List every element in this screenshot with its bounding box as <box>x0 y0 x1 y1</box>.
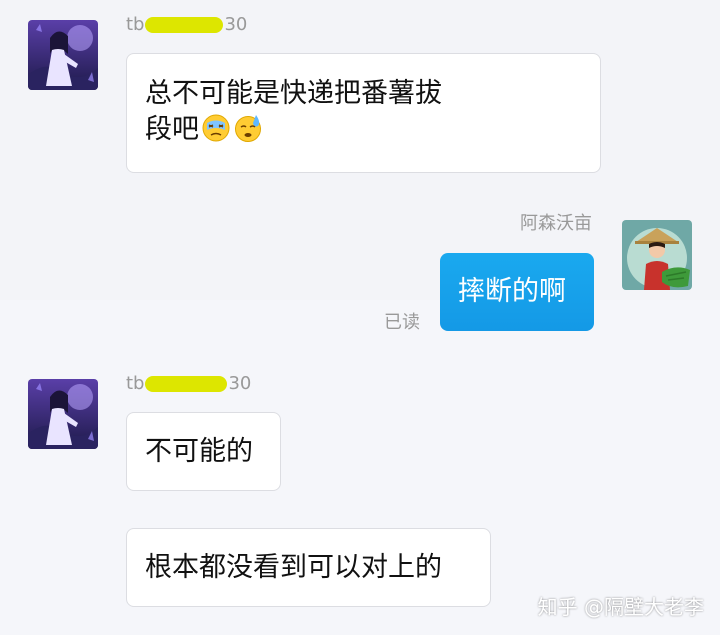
self-avatar[interactable] <box>622 220 692 290</box>
avatar-farmer-with-hat-icon <box>622 220 692 290</box>
read-receipt: 已读 <box>384 312 420 333</box>
avatar-fantasy-character-icon <box>28 379 98 449</box>
message-text-line: 总不可能是快递把番薯拔 <box>145 78 442 109</box>
watermark: 知乎 @隔壁大老李 <box>537 595 704 619</box>
contact-name: tb 30 <box>126 373 252 394</box>
dizzy-face-emoji-icon <box>202 114 230 142</box>
redaction-mark <box>145 376 228 392</box>
message-text: 根本都没看到可以对上的 <box>145 552 442 583</box>
message-text-line-with-emojis: 段吧 <box>145 112 582 148</box>
message-bubble-incoming[interactable]: 总不可能是快递把番薯拔 段吧 <box>126 53 601 173</box>
message-bubble-incoming[interactable]: 不可能的 <box>126 412 281 491</box>
message-bubble-outgoing[interactable]: 摔断的啊 <box>440 253 594 331</box>
sweating-face-emoji-icon <box>235 115 261 142</box>
message-bubble-incoming[interactable]: 根本都没看到可以对上的 <box>126 528 491 607</box>
message-text-line: 段吧 <box>145 114 199 145</box>
contact-avatar[interactable] <box>28 20 98 90</box>
contact-avatar[interactable] <box>28 379 98 449</box>
contact-name: tb 30 <box>126 14 248 35</box>
avatar-fantasy-character-icon <box>28 20 98 90</box>
message-text: 不可能的 <box>145 436 253 467</box>
redaction-mark <box>145 17 224 33</box>
self-name: 阿森沃亩 <box>520 213 592 234</box>
